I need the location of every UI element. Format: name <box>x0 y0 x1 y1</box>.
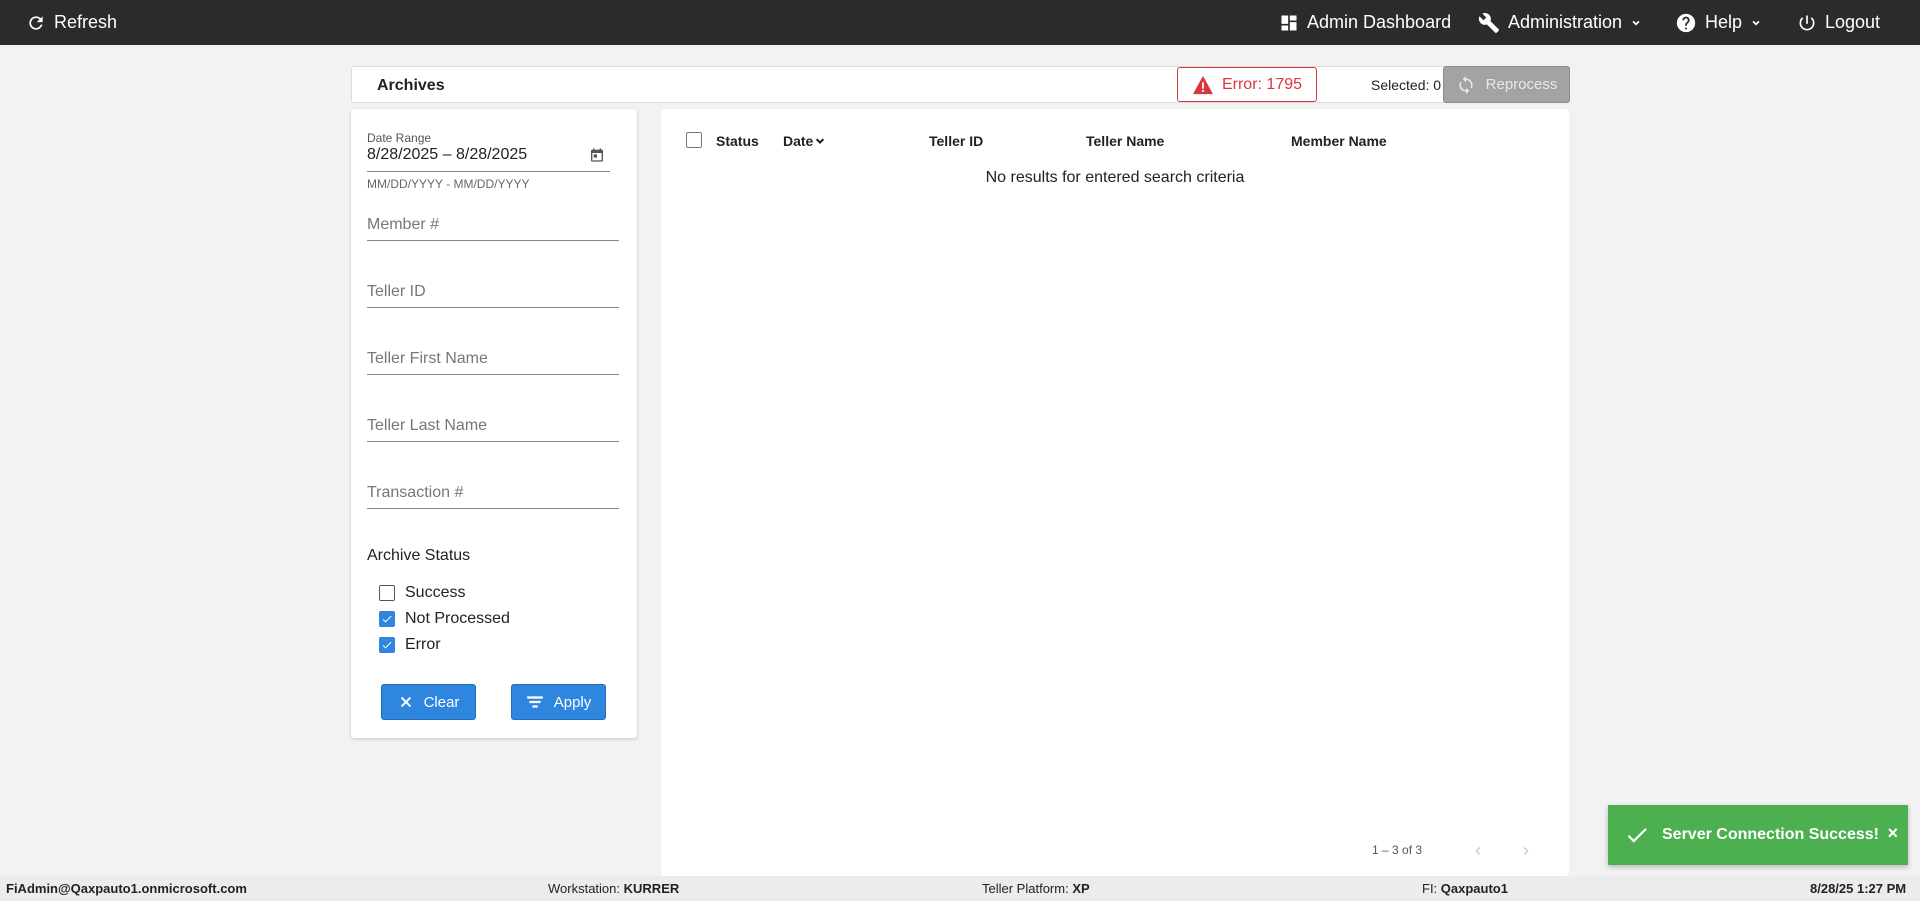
check-icon <box>382 641 392 649</box>
teller-id-field <box>367 278 619 308</box>
chevron-down-icon <box>1752 20 1760 26</box>
close-icon <box>400 696 411 708</box>
wrench-icon <box>1478 12 1500 33</box>
filter-icon <box>526 696 543 708</box>
sync-icon <box>1458 75 1473 94</box>
date-range-hint: MM/DD/YYYY - MM/DD/YYYY <box>367 177 530 191</box>
admin-dashboard-link[interactable]: Admin Dashboard <box>1279 0 1451 45</box>
administration-label: Administration <box>1508 12 1623 32</box>
clear-label: Clear <box>423 693 460 711</box>
top-nav-bar: Refresh Admin Dashboard Administration H… <box>0 0 1920 45</box>
column-header-member-name[interactable]: Member Name <box>1291 133 1387 149</box>
teller-first-name-field <box>367 345 619 375</box>
empty-results-message: No results for entered search criteria <box>985 169 1245 186</box>
admin-dashboard-label: Admin Dashboard <box>1307 12 1452 32</box>
logout-label: Logout <box>1825 12 1881 32</box>
workstation-info: Workstation: KURRER <box>548 881 679 896</box>
results-table: Status Date Teller ID Teller Name Member… <box>661 109 1569 876</box>
status-success-checkbox[interactable]: Success <box>379 584 465 602</box>
checkmark-icon <box>1627 828 1647 843</box>
select-all-checkbox[interactable] <box>686 132 702 148</box>
workstation-label: Workstation: <box>548 881 621 896</box>
column-header-teller-name[interactable]: Teller Name <box>1086 133 1164 149</box>
date-range-input[interactable]: 8/28/2025 – 8/28/2025 <box>367 146 527 164</box>
teller-last-name-field <box>367 412 619 442</box>
sort-desc-icon <box>816 138 825 144</box>
filter-panel: Date Range 8/28/2025 – 8/28/2025 MM/DD/Y… <box>351 109 637 738</box>
member-field <box>367 211 619 241</box>
next-page-button[interactable] <box>1516 841 1536 861</box>
apply-label: Apply <box>553 693 592 711</box>
transaction-field <box>367 479 619 509</box>
administration-menu[interactable]: Administration <box>1478 0 1642 45</box>
checkbox-box-checked[interactable] <box>379 637 395 653</box>
apply-button[interactable]: Apply <box>511 684 606 720</box>
checkbox-box[interactable] <box>379 585 395 601</box>
toast-close-button[interactable]: × <box>1887 823 1898 844</box>
archive-status-title: Archive Status <box>367 547 471 564</box>
status-datetime: 8/28/25 1:27 PM <box>1810 881 1906 896</box>
status-not-processed-label: Not Processed <box>405 610 510 627</box>
column-header-teller-id[interactable]: Teller ID <box>929 133 983 149</box>
help-menu[interactable]: Help <box>1675 0 1762 45</box>
toast-message: Server Connection Success! <box>1662 826 1879 843</box>
user-email-value: FiAdmin@Qaxpauto1.onmicrosoft.com <box>6 881 247 896</box>
chevron-left-icon <box>1475 847 1481 855</box>
status-error-checkbox[interactable]: Error <box>379 636 441 654</box>
column-header-date-label: Date <box>783 133 814 149</box>
fi-value: Qaxpauto1 <box>1440 881 1508 896</box>
teller-first-name-input[interactable] <box>367 345 619 373</box>
teller-id-input[interactable] <box>367 278 619 306</box>
fi-label: FI: <box>1422 881 1438 896</box>
date-range-label: Date Range <box>367 131 432 145</box>
checkbox-box-checked[interactable] <box>379 611 395 627</box>
error-count-badge[interactable]: Error: 1795 <box>1177 67 1317 102</box>
warning-icon <box>1192 75 1213 94</box>
refresh-icon <box>29 15 43 30</box>
archives-header: Archives Error: 1795 Selected: 0 Reproce… <box>351 66 1570 103</box>
refresh-button[interactable]: Refresh <box>26 0 117 45</box>
date-range-underline <box>367 171 610 172</box>
teller-last-name-input[interactable] <box>367 412 619 440</box>
reprocess-button[interactable]: Reprocess <box>1443 66 1570 103</box>
pagination-range: 1 – 3 of 3 <box>1372 843 1423 857</box>
help-icon <box>1676 13 1696 32</box>
dashboard-icon <box>1281 15 1297 30</box>
status-not-processed-checkbox[interactable]: Not Processed <box>379 610 510 628</box>
transaction-input[interactable] <box>367 479 619 507</box>
selected-count: Selected: 0 <box>1371 77 1442 93</box>
workstation-value: KURRER <box>623 881 680 896</box>
chevron-down-icon <box>1632 20 1640 26</box>
teller-platform-value: XP <box>1072 881 1090 896</box>
error-count-label: Error: 1795 <box>1221 75 1303 93</box>
user-email: FiAdmin@Qaxpauto1.onmicrosoft.com <box>6 881 247 896</box>
status-bar: FiAdmin@Qaxpauto1.onmicrosoft.com Workst… <box>0 876 1920 901</box>
previous-page-button[interactable] <box>1468 841 1488 861</box>
teller-platform-info: Teller Platform: XP <box>982 881 1090 896</box>
member-input[interactable] <box>367 211 619 239</box>
help-label: Help <box>1705 12 1743 32</box>
reprocess-label: Reprocess <box>1485 76 1558 93</box>
fi-info: FI: Qaxpauto1 <box>1422 881 1508 896</box>
column-header-status[interactable]: Status <box>716 133 759 149</box>
calendar-icon[interactable] <box>589 147 605 163</box>
column-header-date[interactable]: Date <box>783 133 827 149</box>
chevron-right-icon <box>1523 847 1529 855</box>
check-icon <box>382 615 392 623</box>
page-title: Archives <box>377 77 445 94</box>
logout-button[interactable]: Logout <box>1797 0 1880 45</box>
success-toast: Server Connection Success! × <box>1608 805 1908 865</box>
refresh-label: Refresh <box>54 12 118 32</box>
datetime-value: 8/28/25 1:27 PM <box>1810 881 1907 896</box>
status-error-label: Error <box>405 636 441 653</box>
clear-button[interactable]: Clear <box>381 684 476 720</box>
status-success-label: Success <box>405 584 466 601</box>
teller-platform-label: Teller Platform: <box>982 881 1069 896</box>
power-icon <box>1799 15 1815 30</box>
